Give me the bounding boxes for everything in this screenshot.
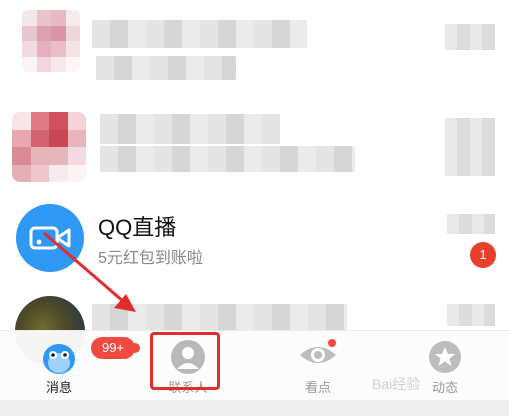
- video-camera-icon: [29, 226, 71, 250]
- conversation-time-blurred: [445, 24, 495, 50]
- dongtai-star-icon: [429, 341, 461, 373]
- conversation-title-blurred: [92, 20, 307, 48]
- messages-penguin-icon: [43, 344, 75, 374]
- tab-label: 看点: [304, 380, 331, 395]
- conversation-time-blurred: [445, 118, 495, 176]
- conversation-title-blurred: [100, 114, 280, 144]
- conversation-title: QQ直播: [98, 215, 177, 240]
- qq-live-avatar: [16, 204, 84, 272]
- conversation-time-blurred: [447, 304, 495, 326]
- conversation-preview-blurred: [96, 56, 236, 80]
- tab-label: 消息: [45, 380, 72, 395]
- kandian-eye-icon: [300, 339, 336, 363]
- bottom-strip: [0, 400, 509, 416]
- avatar: [12, 112, 86, 182]
- conversation-item-1[interactable]: [0, 0, 509, 98]
- avatar: [22, 10, 80, 72]
- tab-messages[interactable]: 99+ 消息: [19, 331, 140, 401]
- bottom-tab-bar: 99+ 消息 联系人 看点 动态: [0, 330, 509, 401]
- conversation-item-2[interactable]: [0, 104, 509, 202]
- badge-decoration-icon: [130, 343, 140, 353]
- conversation-preview: 5元红包到账啦: [98, 250, 203, 267]
- conversation-item-qq-live[interactable]: QQ直播 5元红包到账啦 1: [0, 196, 509, 294]
- conversation-time-blurred: [447, 214, 495, 234]
- annotation-highlight-box: [150, 332, 220, 390]
- tab-kandian[interactable]: 看点: [278, 331, 358, 401]
- watermark: Bai经验: [372, 376, 421, 392]
- unread-badge: 1: [470, 242, 496, 268]
- conversation-preview-blurred: [100, 146, 355, 172]
